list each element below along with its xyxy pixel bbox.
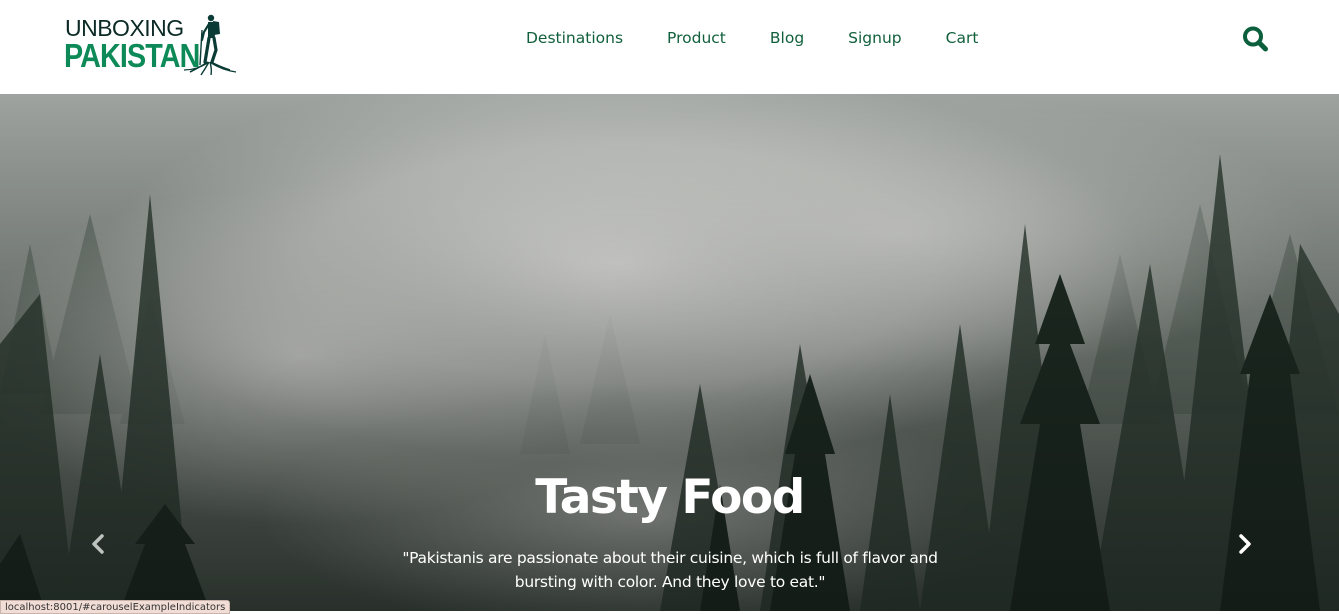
hero-carousel: Tasty Food "Pakistanis are passionate ab…: [0, 94, 1339, 611]
carousel-caption-title: Tasty Food: [535, 470, 805, 525]
search-button[interactable]: [1240, 24, 1270, 54]
brand-logo[interactable]: UNBOXING PAKISTAN: [60, 10, 250, 78]
carousel-caption-text: "Pakistanis are passionate about their c…: [402, 549, 938, 591]
navbar: UNBOXING PAKISTAN Destinations Product B…: [0, 0, 1339, 94]
nav-link-blog[interactable]: Blog: [748, 29, 826, 47]
carousel-next-button[interactable]: [1225, 524, 1265, 564]
search-icon: [1243, 26, 1268, 52]
chevron-right-icon: [1239, 534, 1251, 554]
nav-link-destinations[interactable]: Destinations: [504, 29, 645, 47]
nav-link-cart[interactable]: Cart: [924, 29, 1001, 47]
carousel-prev-button[interactable]: [78, 524, 118, 564]
hiker-logo-icon: [183, 14, 237, 76]
nav-link-product[interactable]: Product: [645, 29, 748, 47]
nav-link-signup[interactable]: Signup: [826, 29, 923, 47]
status-bar-url: localhost:8001/#carouselExampleIndicator…: [0, 600, 231, 614]
chevron-left-icon: [92, 534, 104, 554]
main-nav: Destinations Product Blog Signup Cart: [504, 25, 1000, 51]
carousel-slide-image: [0, 94, 1339, 611]
